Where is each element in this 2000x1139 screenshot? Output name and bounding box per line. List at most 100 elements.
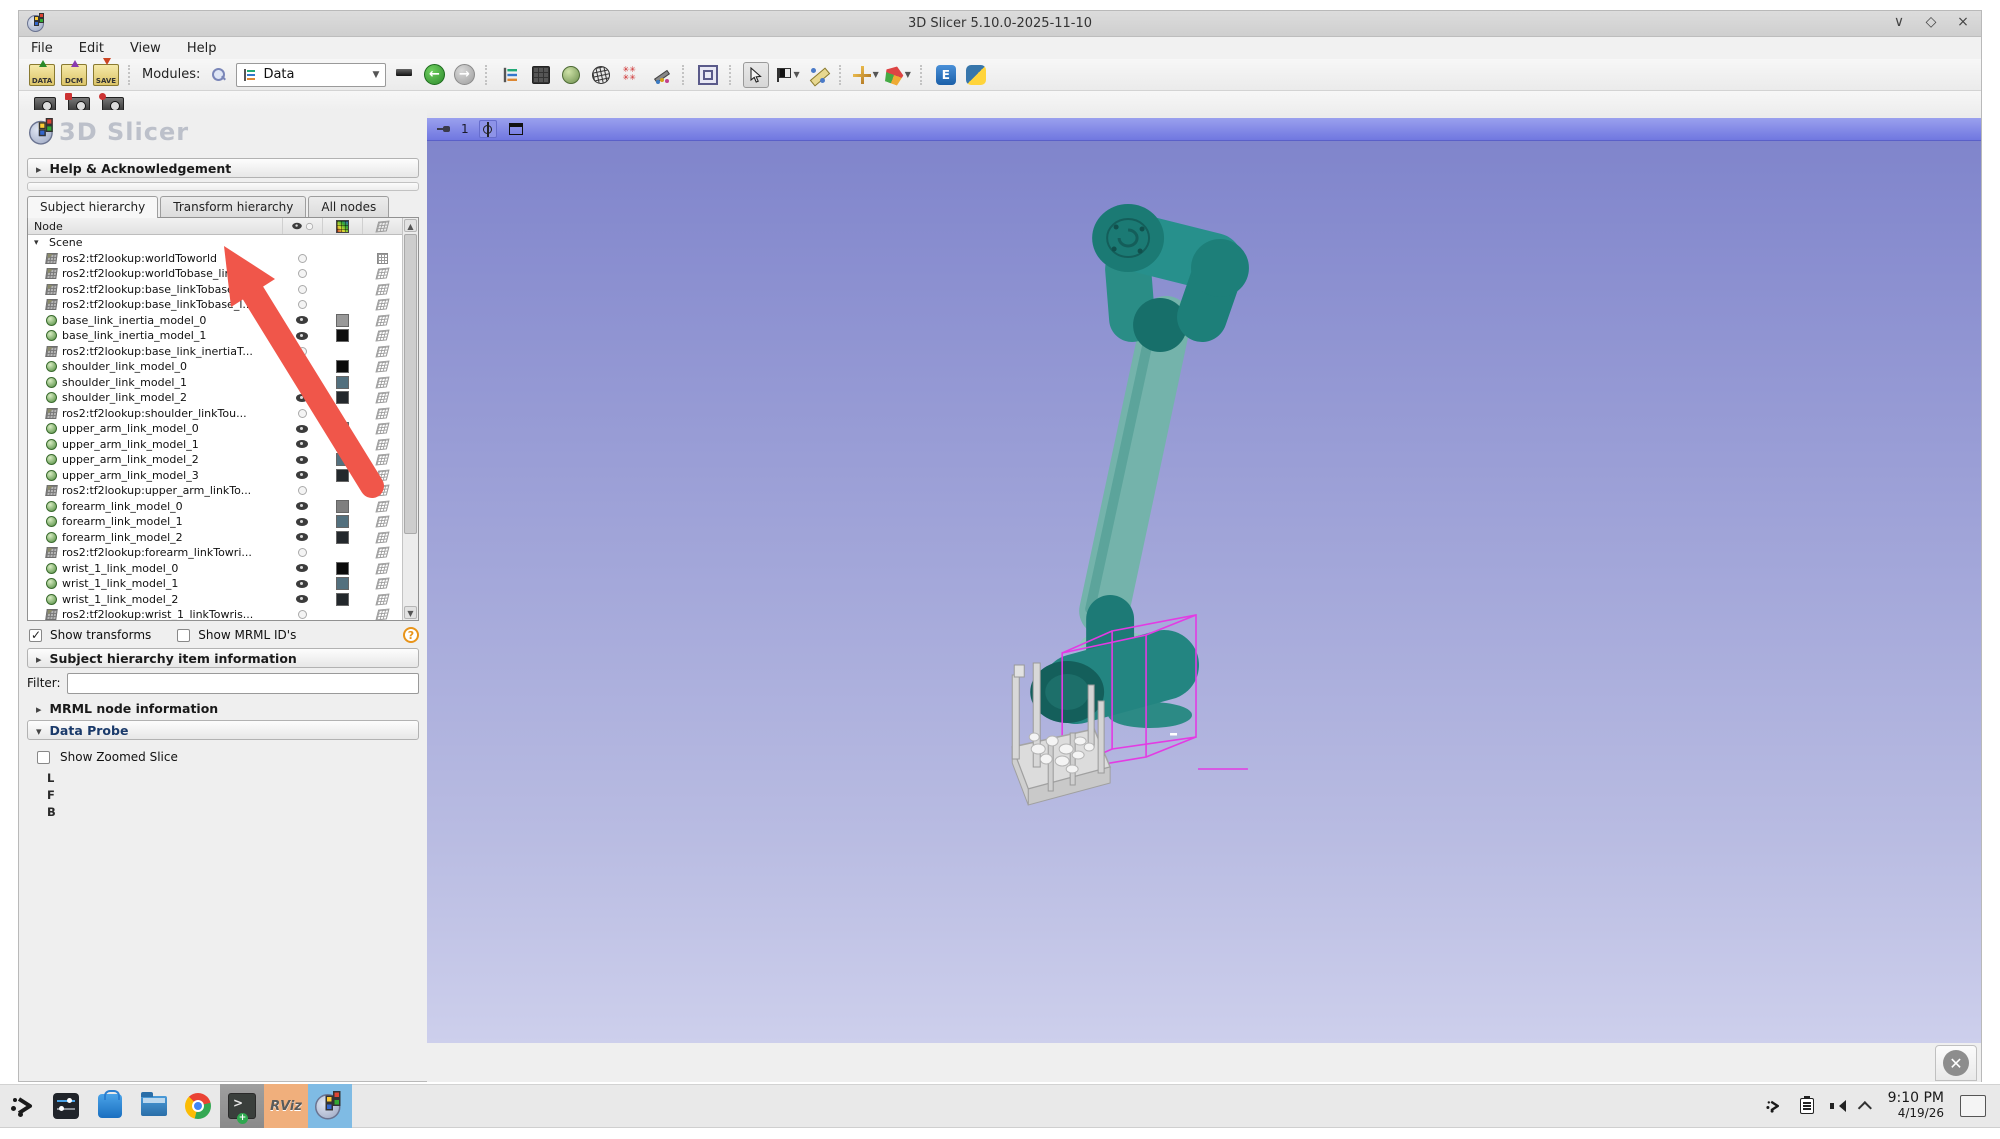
transform-cell[interactable]: [362, 344, 402, 360]
collapsed-splitter[interactable]: [27, 182, 419, 191]
tab-subject-hierarchy[interactable]: Subject hierarchy: [27, 196, 159, 218]
color-cell[interactable]: [322, 592, 362, 608]
transform-cell[interactable]: [362, 235, 402, 251]
color-cell[interactable]: [322, 406, 362, 422]
transform-cell[interactable]: [362, 452, 402, 468]
show-mrml-ids-checkbox[interactable]: [177, 628, 191, 642]
models-module-button[interactable]: [559, 63, 583, 87]
tree-row[interactable]: forearm_link_model_1: [28, 514, 402, 530]
maximize-icon[interactable]: ◇: [1923, 14, 1939, 30]
module-history-button[interactable]: [392, 63, 416, 87]
visibility-toggle[interactable]: [282, 468, 322, 484]
visibility-toggle[interactable]: [282, 499, 322, 515]
expand-caret-icon[interactable]: ▾: [34, 238, 44, 248]
scroll-up-icon[interactable]: ▲: [404, 219, 417, 232]
taskbar-clock[interactable]: 9:10 PM 4/19/26: [1888, 1091, 1944, 1121]
color-cell[interactable]: [322, 514, 362, 530]
transform-cell[interactable]: [362, 545, 402, 561]
color-cell[interactable]: [322, 266, 362, 282]
tree-row[interactable]: forearm_link_model_2: [28, 530, 402, 546]
transform-cell[interactable]: [362, 561, 402, 577]
visibility-toggle[interactable]: [282, 607, 322, 620]
visibility-toggle[interactable]: [282, 530, 322, 546]
transform-cell[interactable]: [362, 266, 402, 282]
transform-cell[interactable]: [362, 359, 402, 375]
menu-edit[interactable]: Edit: [79, 41, 104, 56]
color-cell[interactable]: [322, 545, 362, 561]
software-store-button[interactable]: [88, 1084, 132, 1128]
visibility-toggle[interactable]: [282, 359, 322, 375]
transform-cell[interactable]: [362, 468, 402, 484]
color-cell[interactable]: [322, 499, 362, 515]
visibility-toggle[interactable]: [282, 483, 322, 499]
transform-cell[interactable]: [362, 514, 402, 530]
visibility-toggle[interactable]: [282, 592, 322, 608]
visibility-toggle[interactable]: [282, 375, 322, 391]
transform-cell[interactable]: [362, 390, 402, 406]
tree-row[interactable]: shoulder_link_model_2: [28, 390, 402, 406]
transform-cell[interactable]: [362, 421, 402, 437]
node-column-header[interactable]: Node: [28, 220, 282, 233]
color-cell[interactable]: [322, 282, 362, 298]
python-console-button[interactable]: [964, 63, 988, 87]
transform-cell[interactable]: [362, 251, 402, 267]
tree-row[interactable]: ▾ Scene: [28, 235, 402, 251]
data-probe-section[interactable]: Data Probe: [27, 720, 419, 740]
tree-row[interactable]: wrist_1_link_model_1: [28, 576, 402, 592]
visibility-toggle[interactable]: [282, 576, 322, 592]
transform-cell[interactable]: [362, 375, 402, 391]
item-information-section[interactable]: Subject hierarchy item information: [27, 648, 419, 668]
transform-cell[interactable]: [362, 297, 402, 313]
color-cell[interactable]: [322, 607, 362, 620]
tree-row[interactable]: ros2:tf2lookup:wrist_1_linkTowris...: [28, 607, 402, 620]
help-icon[interactable]: ?: [403, 627, 419, 643]
tab-all-nodes[interactable]: All nodes: [308, 196, 390, 217]
minimize-icon[interactable]: ∨: [1891, 14, 1907, 30]
tree-row[interactable]: ros2:tf2lookup:base_linkTobase: [28, 282, 402, 298]
visibility-toggle[interactable]: [282, 266, 322, 282]
slicer-taskbar-button[interactable]: [308, 1084, 352, 1128]
color-cell[interactable]: [322, 437, 362, 453]
transform-cell[interactable]: [362, 576, 402, 592]
volumes-module-button[interactable]: [529, 63, 553, 87]
color-cell[interactable]: [322, 452, 362, 468]
extensions-manager-button[interactable]: E: [934, 63, 958, 87]
color-cell[interactable]: [322, 421, 362, 437]
color-cell[interactable]: [322, 328, 362, 344]
settings-button[interactable]: [44, 1084, 88, 1128]
tree-row[interactable]: base_link_inertia_model_0: [28, 313, 402, 329]
threed-view[interactable]: 1: [427, 118, 1981, 1043]
color-cell[interactable]: [322, 561, 362, 577]
menu-help[interactable]: Help: [187, 41, 217, 56]
chevron-up-icon[interactable]: [1857, 1101, 1872, 1116]
transform-cell[interactable]: [362, 499, 402, 515]
color-cell[interactable]: [322, 251, 362, 267]
color-cell[interactable]: [322, 390, 362, 406]
visibility-toggle[interactable]: [282, 437, 322, 453]
scrollbar-thumb[interactable]: [404, 234, 417, 534]
tree-row[interactable]: upper_arm_link_model_3: [28, 468, 402, 484]
visibility-toggle[interactable]: [282, 390, 322, 406]
visibility-toggle[interactable]: [282, 545, 322, 561]
tree-row[interactable]: ros2:tf2lookup:base_linkTobase_l...: [28, 297, 402, 313]
visibility-toggle[interactable]: [282, 235, 322, 251]
visibility-toggle[interactable]: [282, 561, 322, 577]
load-data-button[interactable]: DATA: [29, 59, 55, 87]
tree-row[interactable]: upper_arm_link_model_0: [28, 421, 402, 437]
tree-row[interactable]: ros2:tf2lookup:worldTobase_link: [28, 266, 402, 282]
show-zoomed-slice-checkbox[interactable]: [37, 750, 50, 764]
menu-file[interactable]: File: [31, 41, 53, 56]
color-cell[interactable]: [322, 576, 362, 592]
color-cell[interactable]: [322, 235, 362, 251]
mouse-interaction-button[interactable]: [743, 61, 770, 88]
transform-cell[interactable]: [362, 282, 402, 298]
save-button[interactable]: SAVE: [93, 57, 119, 87]
color-cell[interactable]: [322, 313, 362, 329]
color-cell[interactable]: [322, 530, 362, 546]
clipboard-icon[interactable]: [1799, 1096, 1814, 1114]
annotations-module-button[interactable]: [649, 63, 673, 87]
tree-row[interactable]: ros2:tf2lookup:upper_arm_linkTo...: [28, 483, 402, 499]
color-cell[interactable]: [322, 483, 362, 499]
screenshot-button[interactable]: [696, 63, 720, 87]
file-manager-button[interactable]: [132, 1084, 176, 1128]
